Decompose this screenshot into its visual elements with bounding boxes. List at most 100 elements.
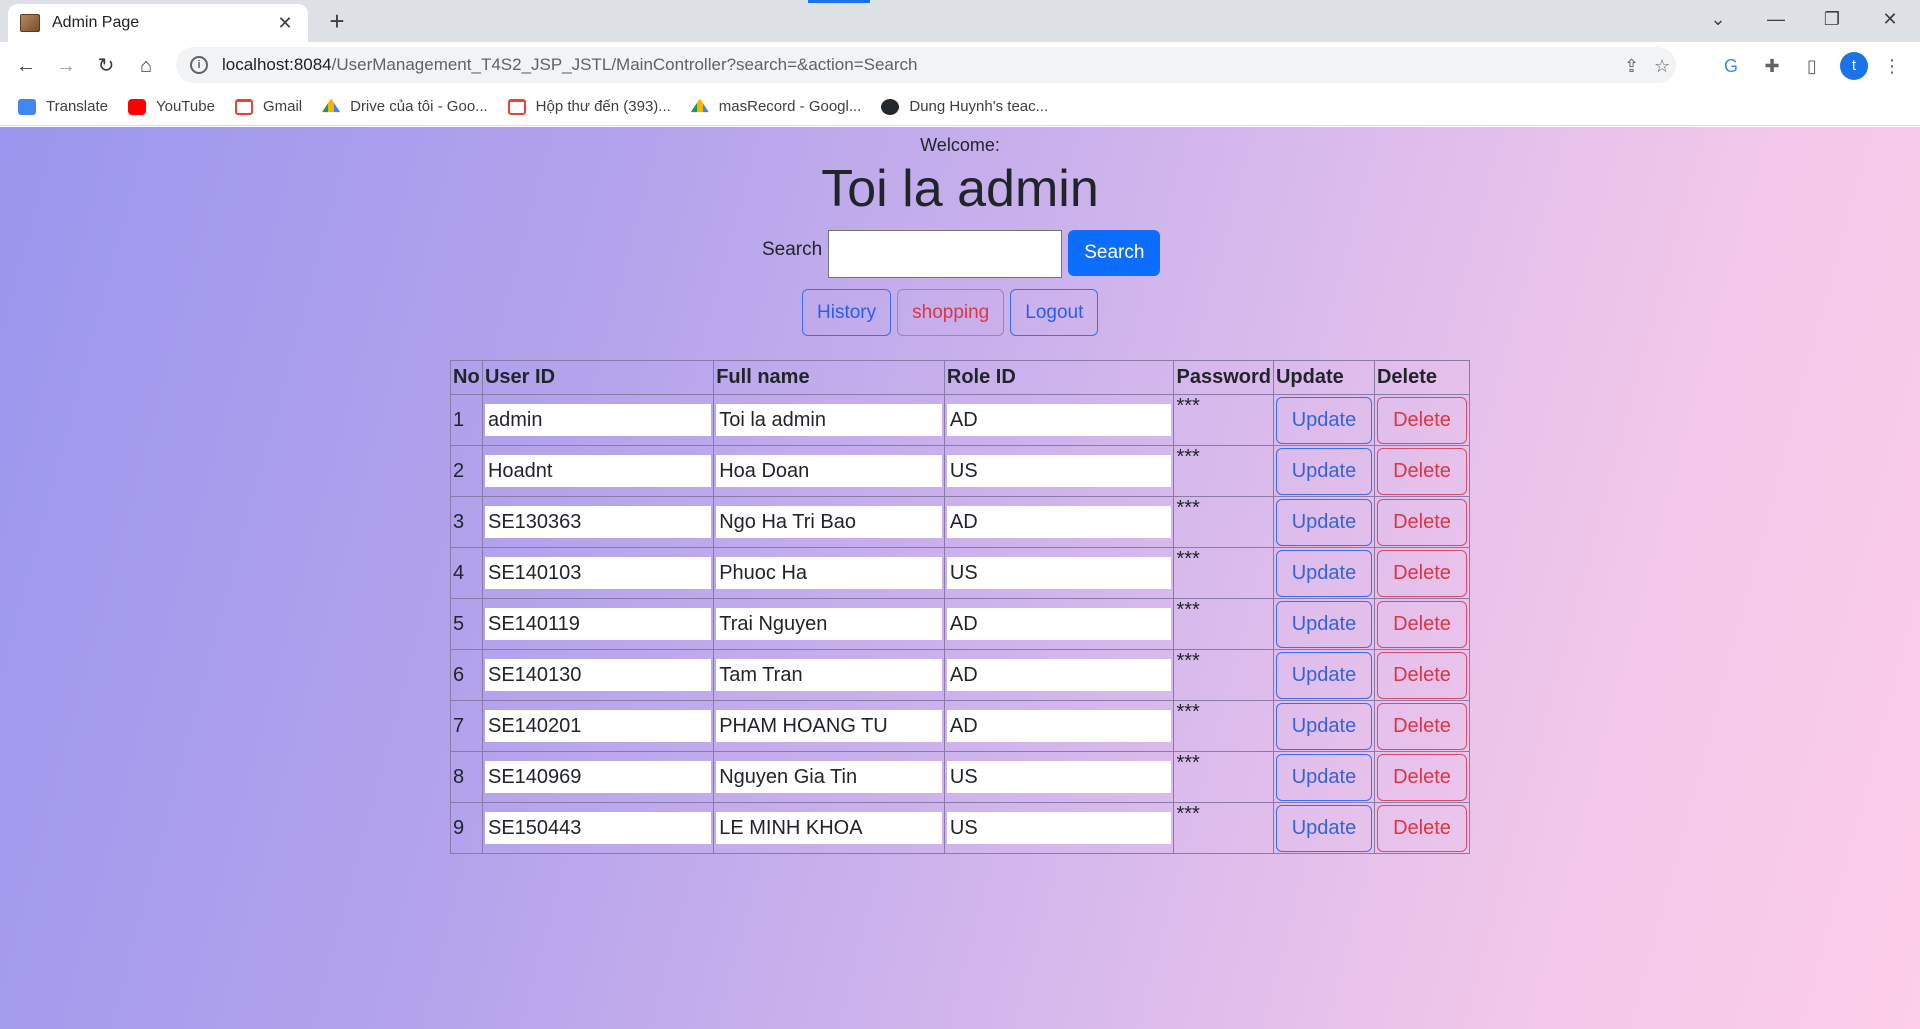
role-id-field[interactable]: AD bbox=[946, 659, 1172, 691]
full-name-field[interactable]: PHAM HOANG TU bbox=[716, 710, 942, 742]
tab-strip-indicator bbox=[808, 0, 870, 3]
user-id-field[interactable]: SE140969 bbox=[484, 761, 712, 793]
bookmark-inbox[interactable]: Hộp thư đến (393)... bbox=[507, 98, 671, 115]
bookmark-drive[interactable]: Drive của tôi - Goo... bbox=[322, 98, 488, 115]
header-full-name: Full name bbox=[713, 360, 945, 395]
share-icon[interactable]: ⇪ bbox=[1624, 56, 1639, 77]
home-icon[interactable]: ⌂ bbox=[130, 50, 162, 82]
delete-button[interactable]: Delete bbox=[1376, 651, 1467, 699]
role-id-cell: US bbox=[943, 751, 1175, 803]
role-id-field[interactable]: AD bbox=[946, 404, 1172, 436]
delete-button[interactable]: Delete bbox=[1376, 396, 1467, 444]
bookmark-gmail[interactable]: Gmail bbox=[234, 98, 302, 115]
delete-button[interactable]: Delete bbox=[1376, 600, 1467, 648]
role-id-field[interactable]: AD bbox=[946, 710, 1172, 742]
password-cell: *** bbox=[1173, 547, 1274, 599]
history-button[interactable]: History bbox=[802, 289, 892, 336]
delete-button[interactable]: Delete bbox=[1376, 498, 1467, 546]
role-id-field[interactable]: US bbox=[946, 761, 1172, 793]
bookmark-youtube[interactable]: YouTube bbox=[127, 98, 215, 115]
restore-icon[interactable]: ❐ bbox=[1812, 4, 1852, 34]
tab-search-chevron-icon[interactable]: ⌄ bbox=[1698, 4, 1738, 34]
full-name-field[interactable]: Tam Tran bbox=[716, 659, 942, 691]
delete-button[interactable]: Delete bbox=[1376, 549, 1467, 597]
delete-button[interactable]: Delete bbox=[1376, 702, 1467, 750]
full-name-field[interactable]: Phuoc Ha bbox=[716, 557, 942, 589]
update-button[interactable]: Update bbox=[1275, 549, 1372, 597]
user-id-field[interactable]: Hoadnt bbox=[484, 455, 712, 487]
profile-avatar[interactable]: t bbox=[1840, 52, 1868, 80]
update-button[interactable]: Update bbox=[1275, 396, 1372, 444]
bookmark-label: Drive của tôi - Goo... bbox=[350, 98, 488, 115]
bookmark-label: Dung Huynh's teac... bbox=[909, 98, 1049, 115]
delete-cell: Delete bbox=[1373, 649, 1471, 701]
shopping-button[interactable]: shopping bbox=[897, 289, 1005, 336]
table-row: 9 SE150443 LE MINH KHOA US *** Update Delete bbox=[450, 802, 1471, 854]
close-window-icon[interactable]: ✕ bbox=[1870, 4, 1910, 34]
full-name-field[interactable]: Toi la admin bbox=[716, 404, 942, 436]
header-role-id: Role ID bbox=[943, 360, 1175, 395]
role-id-field[interactable]: US bbox=[946, 812, 1172, 844]
role-id-field[interactable]: AD bbox=[946, 506, 1172, 538]
user-id-field[interactable]: SE140119 bbox=[484, 608, 712, 640]
user-id-field[interactable]: admin bbox=[484, 404, 712, 436]
translate-icon bbox=[18, 98, 36, 115]
address-bar[interactable]: i localhost:8084/UserManagement_T4S2_JSP… bbox=[176, 47, 1676, 83]
update-button[interactable]: Update bbox=[1275, 651, 1372, 699]
user-id-field[interactable]: SE130363 bbox=[484, 506, 712, 538]
browser-menu-icon[interactable]: ⋮ bbox=[1880, 54, 1904, 78]
user-id-field[interactable]: SE140130 bbox=[484, 659, 712, 691]
role-id-field[interactable]: US bbox=[946, 455, 1172, 487]
update-cell: Update bbox=[1272, 394, 1375, 446]
search-button[interactable]: Search bbox=[1068, 230, 1161, 276]
bookmark-label: masRecord - Googl... bbox=[718, 98, 862, 115]
url-text[interactable]: localhost:8084/UserManagement_T4S2_JSP_J… bbox=[222, 55, 918, 75]
active-tab[interactable]: Admin Page ✕ bbox=[8, 4, 308, 42]
bookmark-masrecord[interactable]: masRecord - Googl... bbox=[690, 98, 862, 115]
bookmark-star-icon[interactable]: ☆ bbox=[1654, 56, 1670, 77]
reload-icon[interactable]: ↻ bbox=[90, 50, 122, 82]
full-name-field[interactable]: Ngo Ha Tri Bao bbox=[716, 506, 942, 538]
close-tab-icon[interactable]: ✕ bbox=[274, 13, 296, 34]
forward-icon[interactable]: → bbox=[50, 50, 82, 82]
update-button[interactable]: Update bbox=[1275, 498, 1372, 546]
update-button[interactable]: Update bbox=[1275, 804, 1372, 852]
new-tab-icon[interactable]: + bbox=[322, 7, 352, 37]
update-button[interactable]: Update bbox=[1275, 447, 1372, 495]
full-name-field[interactable]: LE MINH KHOA bbox=[716, 812, 942, 844]
delete-button[interactable]: Delete bbox=[1376, 753, 1467, 801]
role-id-field[interactable]: US bbox=[946, 557, 1172, 589]
update-button[interactable]: Update bbox=[1275, 600, 1372, 648]
role-id-cell: AD bbox=[943, 598, 1175, 650]
bookmark-translate[interactable]: Translate bbox=[18, 98, 108, 115]
full-name-field[interactable]: Hoa Doan bbox=[716, 455, 942, 487]
update-button[interactable]: Update bbox=[1275, 702, 1372, 750]
delete-button[interactable]: Delete bbox=[1376, 447, 1467, 495]
row-no: 5 bbox=[450, 598, 483, 650]
update-cell: Update bbox=[1272, 802, 1375, 854]
user-id-cell: SE140201 bbox=[481, 700, 715, 752]
user-id-field[interactable]: SE150443 bbox=[484, 812, 712, 844]
minimize-icon[interactable]: — bbox=[1756, 4, 1796, 34]
user-id-cell: admin bbox=[481, 394, 715, 446]
full-name-cell: LE MINH KHOA bbox=[713, 802, 945, 854]
bookmark-github[interactable]: Dung Huynh's teac... bbox=[881, 98, 1048, 115]
full-name-field[interactable]: Trai Nguyen bbox=[716, 608, 942, 640]
user-id-field[interactable]: SE140201 bbox=[484, 710, 712, 742]
update-button[interactable]: Update bbox=[1275, 753, 1372, 801]
extensions-puzzle-icon[interactable]: ✚ bbox=[1760, 54, 1784, 78]
user-id-field[interactable]: SE140103 bbox=[484, 557, 712, 589]
google-translate-icon[interactable]: G bbox=[1719, 54, 1743, 78]
site-info-icon[interactable]: i bbox=[190, 56, 208, 74]
role-id-cell: AD bbox=[943, 649, 1175, 701]
full-name-field[interactable]: Nguyen Gia Tin bbox=[716, 761, 942, 793]
tab-bar: Admin Page ✕ + ⌄ — ❐ ✕ bbox=[0, 0, 1920, 42]
logout-button[interactable]: Logout bbox=[1010, 289, 1099, 336]
side-panel-icon[interactable]: ▯ bbox=[1800, 54, 1824, 78]
drive-icon bbox=[322, 98, 341, 113]
search-input[interactable] bbox=[828, 230, 1063, 278]
table-row: 2 Hoadnt Hoa Doan US *** Update Delete bbox=[450, 445, 1471, 497]
back-icon[interactable]: ← bbox=[10, 50, 42, 82]
role-id-field[interactable]: AD bbox=[946, 608, 1172, 640]
delete-button[interactable]: Delete bbox=[1376, 804, 1467, 852]
